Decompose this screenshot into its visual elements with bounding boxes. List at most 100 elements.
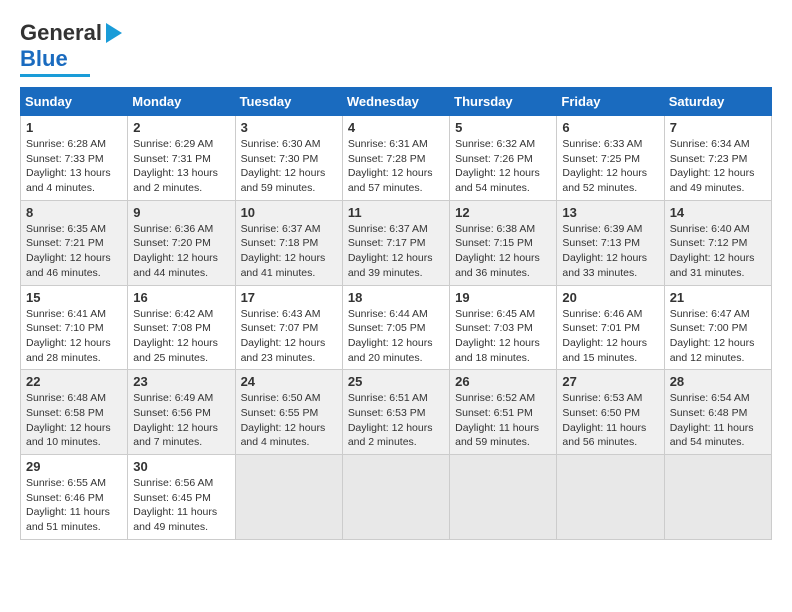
day-info: Sunrise: 6:38 AM Sunset: 7:15 PM Dayligh…: [455, 222, 551, 281]
logo-general: General: [20, 20, 102, 46]
calendar-cell: 7 Sunrise: 6:34 AM Sunset: 7:23 PM Daylig…: [664, 116, 771, 201]
day-info: Sunrise: 6:39 AM Sunset: 7:13 PM Dayligh…: [562, 222, 658, 281]
day-info: Sunrise: 6:34 AM Sunset: 7:23 PM Dayligh…: [670, 137, 766, 196]
day-number: 2: [133, 120, 229, 135]
day-info: Sunrise: 6:50 AM Sunset: 6:55 PM Dayligh…: [241, 391, 337, 450]
header-wednesday: Wednesday: [342, 88, 449, 116]
calendar-cell: 18Sunrise: 6:44 AM Sunset: 7:05 PM Dayli…: [342, 285, 449, 370]
day-number: 19: [455, 290, 551, 305]
calendar-cell: 29 Sunrise: 6:55 AM Sunset: 6:46 PM Dayli…: [21, 455, 128, 540]
page-header: General Blue: [20, 20, 772, 77]
day-number: 30: [133, 459, 229, 474]
day-info: Sunrise: 6:37 AM Sunset: 7:17 PM Dayligh…: [348, 222, 444, 281]
day-number: 27: [562, 374, 658, 389]
calendar-cell: 26Sunrise: 6:52 AM Sunset: 6:51 PM Dayli…: [450, 370, 557, 455]
calendar-cell: 17Sunrise: 6:43 AM Sunset: 7:07 PM Dayli…: [235, 285, 342, 370]
day-number: 28: [670, 374, 766, 389]
calendar-cell: 15 Sunrise: 6:41 AM Sunset: 7:10 PM Dayli…: [21, 285, 128, 370]
day-info: Sunrise: 6:37 AM Sunset: 7:18 PM Dayligh…: [241, 222, 337, 281]
calendar-table: SundayMondayTuesdayWednesdayThursdayFrid…: [20, 87, 772, 540]
header-tuesday: Tuesday: [235, 88, 342, 116]
day-info: Sunrise: 6:36 AM Sunset: 7:20 PM Dayligh…: [133, 222, 229, 281]
calendar-cell: 27 Sunrise: 6:53 AM Sunset: 6:50 PM Dayli…: [557, 370, 664, 455]
day-info: Sunrise: 6:31 AM Sunset: 7:28 PM Dayligh…: [348, 137, 444, 196]
day-number: 10: [241, 205, 337, 220]
calendar-cell: 5 Sunrise: 6:32 AM Sunset: 7:26 PM Daylig…: [450, 116, 557, 201]
calendar-cell: 20 Sunrise: 6:46 AM Sunset: 7:01 PM Dayli…: [557, 285, 664, 370]
calendar-cell: 24 Sunrise: 6:50 AM Sunset: 6:55 PM Dayli…: [235, 370, 342, 455]
day-number: 21: [670, 290, 766, 305]
day-info: Sunrise: 6:47 AM Sunset: 7:00 PM Dayligh…: [670, 307, 766, 366]
logo-blue: Blue: [20, 46, 68, 72]
calendar-cell: [342, 455, 449, 540]
week-row-1: 1Sunrise: 6:28 AM Sunset: 7:33 PM Daylig…: [21, 116, 772, 201]
calendar-cell: 2 Sunrise: 6:29 AM Sunset: 7:31 PM Daylig…: [128, 116, 235, 201]
day-number: 22: [26, 374, 122, 389]
calendar-cell: 23 Sunrise: 6:49 AM Sunset: 6:56 PM Dayli…: [128, 370, 235, 455]
calendar-cell: [664, 455, 771, 540]
header-monday: Monday: [128, 88, 235, 116]
calendar-cell: 22 Sunrise: 6:48 AM Sunset: 6:58 PM Dayli…: [21, 370, 128, 455]
day-number: 24: [241, 374, 337, 389]
day-info: Sunrise: 6:49 AM Sunset: 6:56 PM Dayligh…: [133, 391, 229, 450]
day-number: 11: [348, 205, 444, 220]
day-number: 18: [348, 290, 444, 305]
day-number: 23: [133, 374, 229, 389]
day-info: Sunrise: 6:51 AM Sunset: 6:53 PM Dayligh…: [348, 391, 444, 450]
day-info: Sunrise: 6:41 AM Sunset: 7:10 PM Dayligh…: [26, 307, 122, 366]
day-info: Sunrise: 6:29 AM Sunset: 7:31 PM Dayligh…: [133, 137, 229, 196]
calendar-cell: 28 Sunrise: 6:54 AM Sunset: 6:48 PM Dayli…: [664, 370, 771, 455]
calendar-cell: 19 Sunrise: 6:45 AM Sunset: 7:03 PM Dayli…: [450, 285, 557, 370]
day-info: Sunrise: 6:45 AM Sunset: 7:03 PM Dayligh…: [455, 307, 551, 366]
header-saturday: Saturday: [664, 88, 771, 116]
day-info: Sunrise: 6:30 AM Sunset: 7:30 PM Dayligh…: [241, 137, 337, 196]
calendar-cell: 6 Sunrise: 6:33 AM Sunset: 7:25 PM Daylig…: [557, 116, 664, 201]
day-number: 6: [562, 120, 658, 135]
day-number: 8: [26, 205, 122, 220]
day-info: Sunrise: 6:28 AM Sunset: 7:33 PM Dayligh…: [26, 137, 122, 196]
day-info: Sunrise: 6:35 AM Sunset: 7:21 PM Dayligh…: [26, 222, 122, 281]
logo-arrow-icon: [106, 23, 122, 43]
logo-underline: [20, 74, 90, 77]
day-info: Sunrise: 6:46 AM Sunset: 7:01 PM Dayligh…: [562, 307, 658, 366]
day-number: 20: [562, 290, 658, 305]
header-row: SundayMondayTuesdayWednesdayThursdayFrid…: [21, 88, 772, 116]
day-number: 17: [241, 290, 337, 305]
header-friday: Friday: [557, 88, 664, 116]
day-info: Sunrise: 6:54 AM Sunset: 6:48 PM Dayligh…: [670, 391, 766, 450]
day-info: Sunrise: 6:48 AM Sunset: 6:58 PM Dayligh…: [26, 391, 122, 450]
calendar-cell: 13 Sunrise: 6:39 AM Sunset: 7:13 PM Dayli…: [557, 200, 664, 285]
week-row-4: 22 Sunrise: 6:48 AM Sunset: 6:58 PM Dayli…: [21, 370, 772, 455]
calendar-cell: 8 Sunrise: 6:35 AM Sunset: 7:21 PM Daylig…: [21, 200, 128, 285]
day-info: Sunrise: 6:40 AM Sunset: 7:12 PM Dayligh…: [670, 222, 766, 281]
day-number: 13: [562, 205, 658, 220]
calendar-cell: [235, 455, 342, 540]
day-info: Sunrise: 6:52 AM Sunset: 6:51 PM Dayligh…: [455, 391, 551, 450]
day-number: 29: [26, 459, 122, 474]
day-number: 7: [670, 120, 766, 135]
header-thursday: Thursday: [450, 88, 557, 116]
day-number: 3: [241, 120, 337, 135]
day-info: Sunrise: 6:33 AM Sunset: 7:25 PM Dayligh…: [562, 137, 658, 196]
calendar-cell: 12Sunrise: 6:38 AM Sunset: 7:15 PM Dayli…: [450, 200, 557, 285]
day-info: Sunrise: 6:53 AM Sunset: 6:50 PM Dayligh…: [562, 391, 658, 450]
day-number: 16: [133, 290, 229, 305]
header-sunday: Sunday: [21, 88, 128, 116]
week-row-3: 15 Sunrise: 6:41 AM Sunset: 7:10 PM Dayli…: [21, 285, 772, 370]
day-number: 5: [455, 120, 551, 135]
calendar-cell: 21 Sunrise: 6:47 AM Sunset: 7:00 PM Dayli…: [664, 285, 771, 370]
day-number: 14: [670, 205, 766, 220]
day-info: Sunrise: 6:55 AM Sunset: 6:46 PM Dayligh…: [26, 476, 122, 535]
day-info: Sunrise: 6:32 AM Sunset: 7:26 PM Dayligh…: [455, 137, 551, 196]
calendar-cell: [450, 455, 557, 540]
calendar-cell: 10 Sunrise: 6:37 AM Sunset: 7:18 PM Dayli…: [235, 200, 342, 285]
calendar-cell: 30Sunrise: 6:56 AM Sunset: 6:45 PM Dayli…: [128, 455, 235, 540]
calendar-cell: 14 Sunrise: 6:40 AM Sunset: 7:12 PM Dayli…: [664, 200, 771, 285]
calendar-cell: 1Sunrise: 6:28 AM Sunset: 7:33 PM Daylig…: [21, 116, 128, 201]
week-row-2: 8 Sunrise: 6:35 AM Sunset: 7:21 PM Daylig…: [21, 200, 772, 285]
calendar-cell: [557, 455, 664, 540]
calendar-cell: 11 Sunrise: 6:37 AM Sunset: 7:17 PM Dayli…: [342, 200, 449, 285]
calendar-cell: 9Sunrise: 6:36 AM Sunset: 7:20 PM Daylig…: [128, 200, 235, 285]
day-number: 25: [348, 374, 444, 389]
day-number: 15: [26, 290, 122, 305]
